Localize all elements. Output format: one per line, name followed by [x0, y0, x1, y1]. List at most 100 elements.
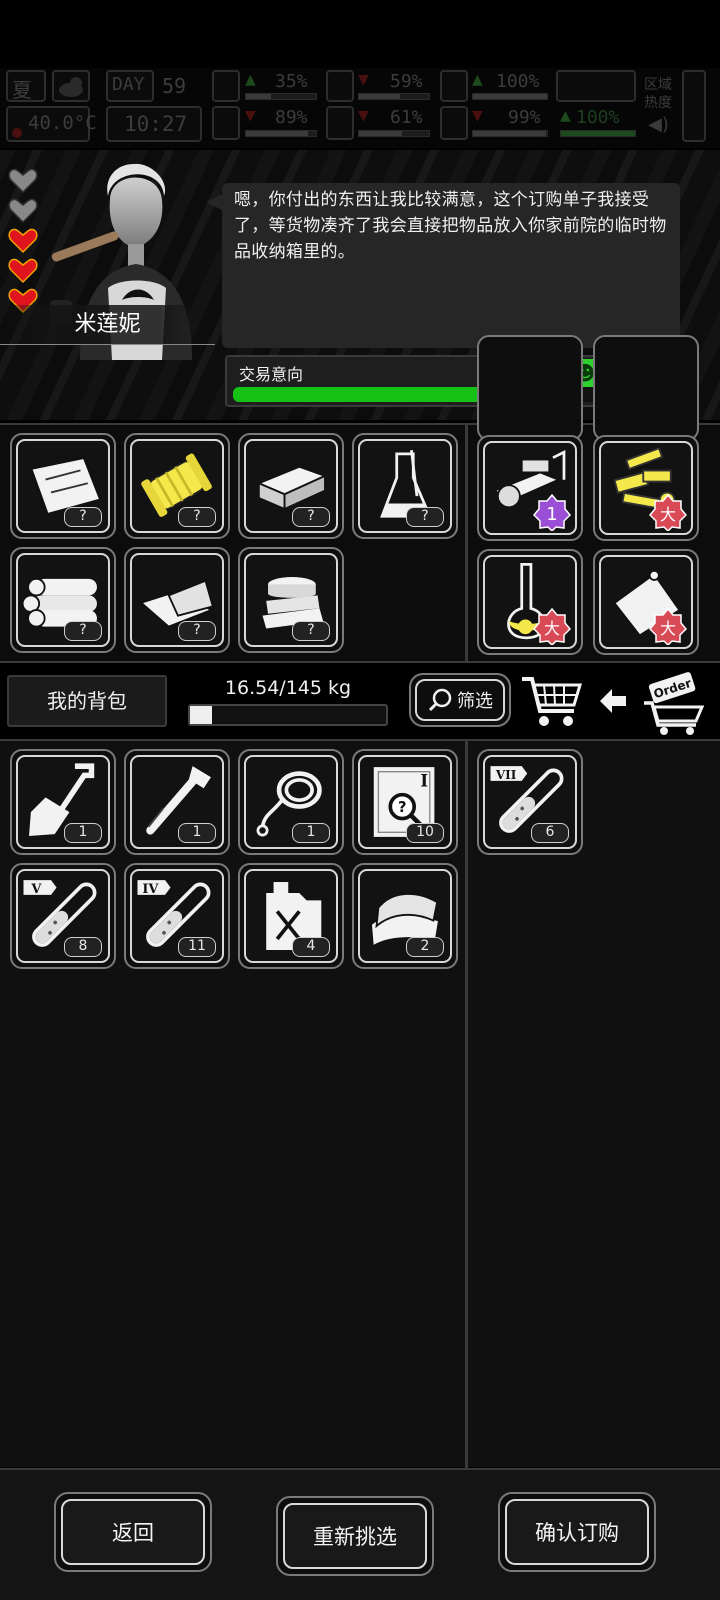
inventory-slot[interactable]: I? 10: [352, 749, 458, 855]
health-bar: [245, 93, 317, 100]
svg-text:?: ?: [398, 799, 407, 816]
sanity-bar: [245, 130, 317, 137]
scrolled-slot: [593, 335, 699, 441]
slot-frame: ?: [358, 439, 452, 533]
npc-name: 米莲妮: [0, 305, 215, 345]
tier-badge-icon: 大: [649, 493, 687, 531]
arrow-left-icon: [600, 689, 626, 713]
day-number: 59: [162, 74, 187, 98]
offered-slot[interactable]: ?: [10, 547, 116, 653]
item-count: 11: [178, 937, 216, 957]
tier-numeral: VII: [495, 768, 517, 782]
item-count: ?: [406, 507, 444, 527]
affinity-hearts: [8, 168, 44, 318]
offered-slot[interactable]: ?: [124, 433, 230, 539]
inventory-slot[interactable]: V 8: [10, 863, 116, 969]
filter-button-frame: 筛选: [415, 679, 505, 721]
slot-frame: ?: [244, 553, 338, 647]
slot-frame: IV 11: [130, 869, 224, 963]
inventory-slot[interactable]: 1: [124, 749, 230, 855]
reselect-button-label: 重新挑选: [283, 1503, 427, 1569]
inventory-slot[interactable]: 4: [238, 863, 344, 969]
offered-slot[interactable]: ?: [238, 547, 344, 653]
inventory-slot[interactable]: 1: [10, 749, 116, 855]
action-bar: 返回 重新挑选 确认订购: [0, 1468, 720, 1600]
mood-bar-fill: [473, 131, 547, 136]
tier-badge-icon: 1: [533, 493, 571, 531]
tier-numeral: IV: [142, 882, 159, 897]
item-count: 4: [292, 937, 330, 957]
trade-exchange-area: ? ? ? ? ? ? ? 1 大 大 大: [0, 335, 720, 663]
offered-slot[interactable]: ?: [352, 433, 458, 539]
stamina-bar: [560, 130, 636, 137]
tier-badge-icon: 大: [649, 607, 687, 645]
thermometer-icon: [12, 128, 22, 138]
sanity-value: 89%: [275, 107, 308, 128]
mask-icon: [440, 70, 468, 102]
requested-slot[interactable]: 1: [477, 435, 583, 541]
temperature-display: 40.0°C: [6, 106, 97, 142]
slot-frame: ?: [130, 439, 224, 533]
trend-up-icon: ▲: [560, 108, 571, 124]
offered-slot[interactable]: ?: [10, 433, 116, 539]
offered-slot[interactable]: ?: [238, 433, 344, 539]
item-count: 1: [64, 823, 102, 843]
slot-frame: 1: [130, 755, 224, 849]
thirst-bar-fill: [359, 131, 402, 136]
inventory-slot[interactable]: IV 11: [124, 863, 230, 969]
shopping-cart-icon[interactable]: [520, 673, 584, 731]
brain-icon: [212, 106, 240, 140]
requested-slot[interactable]: 大: [477, 549, 583, 655]
red-heart-icon: [8, 258, 38, 284]
reselect-button[interactable]: 重新挑选: [276, 1496, 434, 1576]
stomach-icon: [326, 70, 354, 102]
hunger-value: 59%: [390, 71, 423, 92]
weight-bar-fill: [190, 706, 213, 724]
item-count: 10: [406, 823, 444, 843]
clock-time: 10:27: [124, 112, 188, 136]
slot-frame: 大: [599, 441, 693, 535]
status-hud: 夏 40.0°C DAY 59 10:27 ▲ 35% ▼ 59% ▲ 100%…: [0, 68, 720, 148]
sound-icon[interactable]: ◀): [648, 114, 669, 135]
item-count: ?: [292, 621, 330, 641]
tier-numeral: I: [420, 770, 428, 790]
back-button[interactable]: 返回: [54, 1492, 212, 1572]
order-slot[interactable]: VII 6: [477, 749, 583, 855]
order-cart-icon[interactable]: Order: [640, 669, 712, 735]
slot-frame: 1: [16, 755, 110, 849]
tier-badge-icon: 大: [533, 607, 571, 645]
clock-display: 10:27: [106, 106, 202, 142]
slot-frame: 2: [358, 869, 452, 963]
trade-divider: [465, 425, 468, 661]
back-button-label: 返回: [61, 1499, 205, 1565]
offered-slot[interactable]: ?: [124, 547, 230, 653]
requested-slot[interactable]: 大: [593, 435, 699, 541]
requested-slot[interactable]: 大: [593, 549, 699, 655]
confirm-order-button[interactable]: 确认订购: [498, 1492, 656, 1572]
inventory-slot[interactable]: 2: [352, 863, 458, 969]
filter-button[interactable]: 筛选: [409, 673, 511, 727]
item-count: 1: [178, 823, 216, 843]
trend-down-icon: ▼: [358, 108, 369, 124]
speech-tail: [206, 194, 222, 210]
item-count: ?: [178, 621, 216, 641]
slot-frame: ?: [16, 439, 110, 533]
stamina-bar-fill: [561, 131, 635, 136]
item-count: ?: [64, 621, 102, 641]
filter-label: 筛选: [457, 691, 493, 712]
trade-intent-label: 交易意向: [239, 365, 304, 384]
health-bar-fill: [246, 94, 271, 99]
season-badge: 夏: [6, 70, 46, 102]
water-drop-icon: [326, 106, 354, 140]
slot-frame: 大: [483, 555, 577, 649]
heart-icon: [440, 106, 468, 140]
slot-frame: VII 6: [483, 755, 577, 849]
dialogue-box: 嗯，你付出的东西让我比较满意，这个订购单子我接受了，等货物凑齐了我会直接把物品放…: [222, 183, 680, 348]
thirst-bar: [358, 130, 430, 137]
sanity-bar-fill: [246, 131, 309, 136]
slot-frame: 1: [244, 755, 338, 849]
item-count: ?: [64, 507, 102, 527]
hunger-bar: [358, 93, 430, 100]
inventory-slot[interactable]: 1: [238, 749, 344, 855]
badge-text: 大: [544, 619, 560, 638]
